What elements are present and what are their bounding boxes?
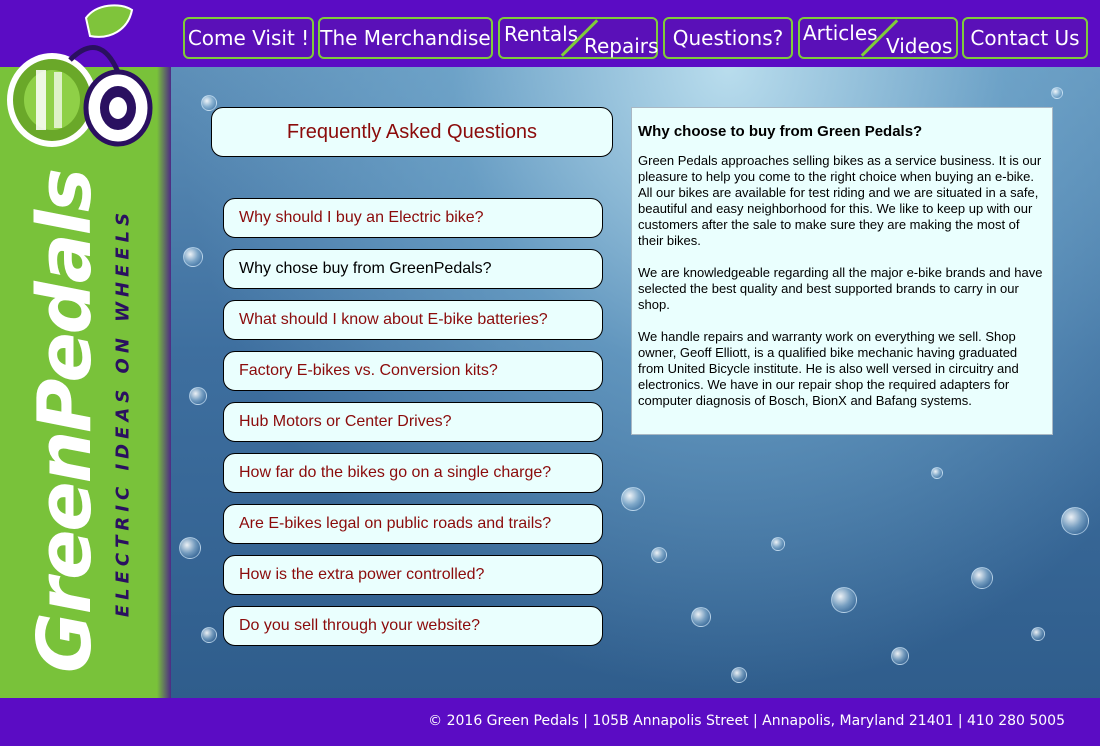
bubble-decoration xyxy=(1061,507,1089,535)
footer-bar: © 2016 Green Pedals | 105B Annapolis Str… xyxy=(0,698,1100,746)
bubble-decoration xyxy=(651,547,667,563)
bubble-decoration xyxy=(179,537,201,559)
brand-wordmark: GreenPedals xyxy=(22,169,108,673)
answer-panel: Why choose to buy from Green Pedals? Gre… xyxy=(631,107,1053,435)
nav-rentals-label: Rentals xyxy=(504,22,579,46)
logo-leaf xyxy=(86,5,132,37)
faq-link[interactable]: Why should I buy an Electric bike? xyxy=(223,198,603,238)
footer-address: © 2016 Green Pedals | 105B Annapolis Str… xyxy=(428,713,1065,729)
faq-link[interactable]: Hub Motors or Center Drives? xyxy=(223,402,603,442)
bubble-decoration xyxy=(831,587,857,613)
nav-questions[interactable]: Questions? xyxy=(663,17,793,59)
bubble-decoration xyxy=(691,607,711,627)
nav-contact-us[interactable]: Contact Us xyxy=(962,17,1088,59)
answer-heading: Why choose to buy from Green Pedals? xyxy=(638,123,923,140)
bubble-decoration xyxy=(183,247,203,267)
nav-articles-videos: Articles Videos xyxy=(798,17,958,59)
nav-rentals-repairs: Rentals Repairs xyxy=(498,17,658,59)
nav-videos[interactable]: Videos xyxy=(886,34,952,58)
bubble-decoration xyxy=(1031,627,1045,641)
nav-come-visit[interactable]: Come Visit ! xyxy=(183,17,314,59)
bubble-decoration xyxy=(731,667,747,683)
faq-link[interactable]: How far do the bikes go on a single char… xyxy=(223,453,603,493)
faq-link[interactable]: How is the extra power controlled? xyxy=(223,555,603,595)
answer-paragraph: Green Pedals approaches selling bikes as… xyxy=(638,153,1042,248)
faq-link[interactable]: Are E-bikes legal on public roads and tr… xyxy=(223,504,603,544)
bubble-decoration xyxy=(891,647,909,665)
green-pedals-logo[interactable] xyxy=(0,0,171,160)
bubble-decoration xyxy=(621,487,645,511)
faq-title: Frequently Asked Questions xyxy=(211,107,613,157)
bubble-decoration xyxy=(201,627,217,643)
answer-paragraph: We are knowledgeable regarding all the m… xyxy=(638,265,1043,312)
nav-repairs[interactable]: Repairs xyxy=(584,34,658,58)
faq-link[interactable]: Factory E-bikes vs. Conversion kits? xyxy=(223,351,603,391)
faq-link-active[interactable]: Why chose buy from GreenPedals? xyxy=(223,249,603,289)
bubble-decoration xyxy=(971,567,993,589)
bubble-decoration xyxy=(771,537,785,551)
nav-articles-label: Articles xyxy=(803,21,878,45)
faq-link[interactable]: What should I know about E-bike batterie… xyxy=(223,300,603,340)
sidebar-shadow xyxy=(157,67,171,698)
brand-tagline: ELECTRIC IDEAS ON WHEELS xyxy=(112,207,134,618)
bubble-decoration xyxy=(931,467,943,479)
answer-paragraph: We handle repairs and warranty work on e… xyxy=(638,329,1019,408)
faq-link[interactable]: Do you sell through your website? xyxy=(223,606,603,646)
nav-merchandise[interactable]: The Merchandise xyxy=(318,17,493,59)
bubble-decoration xyxy=(189,387,207,405)
bubble-decoration xyxy=(1051,87,1063,99)
